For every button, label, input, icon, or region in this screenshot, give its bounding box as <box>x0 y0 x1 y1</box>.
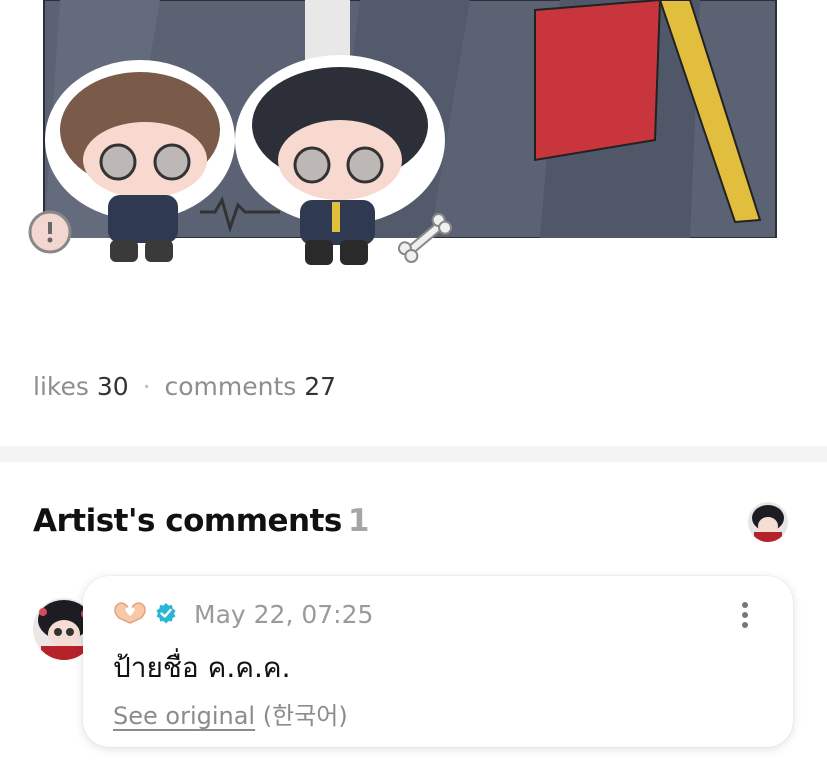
webtoon-artwork <box>0 0 827 280</box>
comment-timestamp: May 22, 07:25 <box>194 600 374 629</box>
stats-separator: · <box>142 372 151 401</box>
artist-comments-heading: Artist's comments <box>33 503 342 539</box>
artist-comments-title: Artist's comments 1 <box>33 503 369 539</box>
comment-text: ป้ายชื่อ ค.ค.ค. <box>113 651 291 684</box>
post-stats: likes 30 · comments 27 <box>33 372 336 401</box>
translation-row: See original (한국어) <box>113 696 348 731</box>
section-divider <box>0 446 827 462</box>
likes-count: 30 <box>96 372 129 401</box>
verified-badge-icon <box>156 603 176 624</box>
artist-avatar-small[interactable] <box>748 502 788 542</box>
original-language: (한국어) <box>262 702 348 730</box>
likes-label: likes <box>33 372 89 401</box>
see-original-link[interactable]: See original <box>113 702 255 730</box>
artist-comments-count: 1 <box>347 503 370 539</box>
comments-count[interactable]: 27 <box>304 372 336 401</box>
artist-comment-card: May 22, 07:25 ป้ายชื่อ ค.ค.ค. See origin… <box>83 576 793 747</box>
comments-label[interactable]: comments <box>165 372 297 401</box>
heart-hands-icon <box>114 602 146 624</box>
more-options-icon[interactable] <box>735 600 755 630</box>
